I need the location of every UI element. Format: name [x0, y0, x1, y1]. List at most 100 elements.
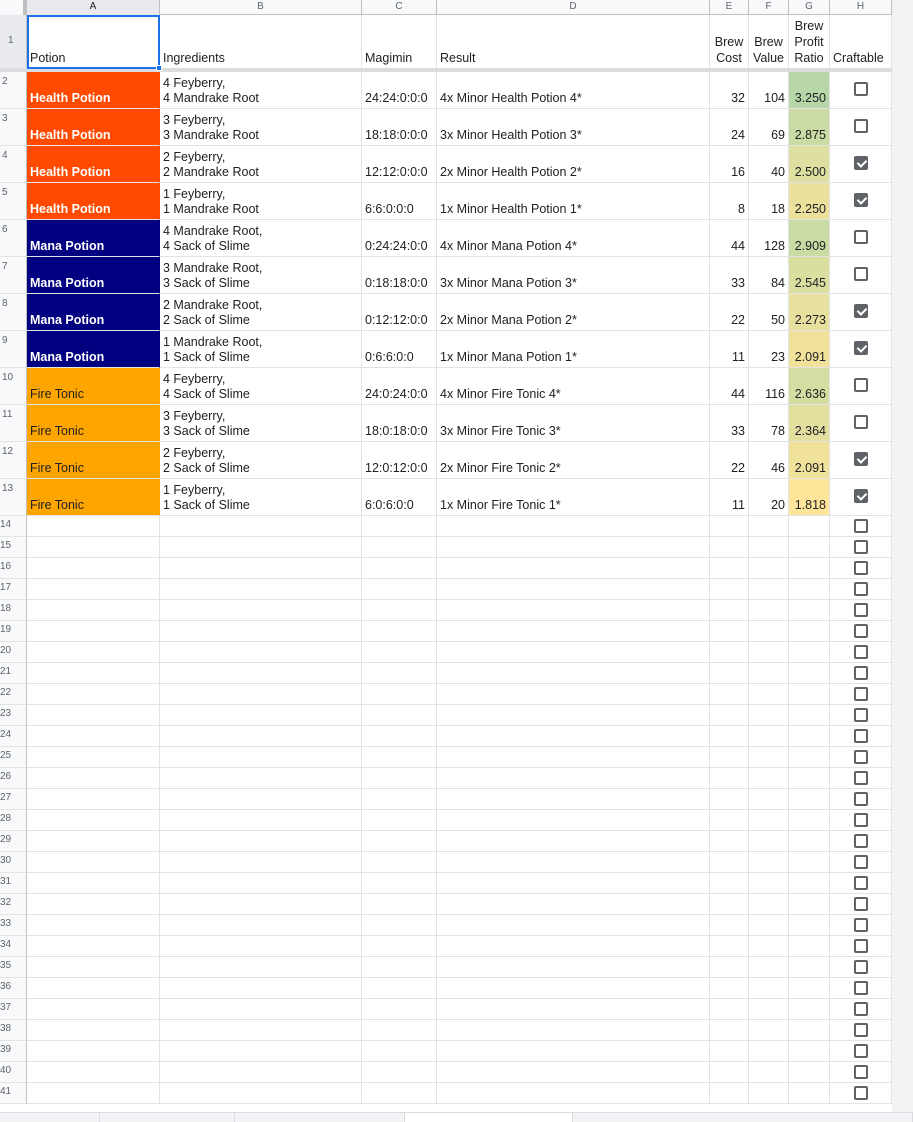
empty-cell[interactable] [749, 936, 789, 957]
empty-cell[interactable] [749, 579, 789, 600]
empty-cell[interactable] [749, 558, 789, 579]
cell-value[interactable]: 104 [749, 72, 789, 109]
empty-cell[interactable] [710, 978, 749, 999]
cell-result[interactable]: 4x Minor Mana Potion 4* [437, 220, 710, 257]
select-all-corner[interactable] [0, 0, 27, 15]
empty-cell[interactable] [27, 537, 160, 558]
empty-cell[interactable] [160, 558, 362, 579]
empty-cell[interactable] [362, 684, 437, 705]
row-header-36[interactable]: 36 [0, 978, 27, 999]
empty-cell[interactable] [749, 1083, 789, 1104]
cell-ratio[interactable]: 2.500 [789, 146, 830, 183]
empty-cell[interactable] [437, 768, 710, 789]
empty-cell[interactable] [27, 642, 160, 663]
craftable-checkbox[interactable] [853, 603, 868, 617]
empty-cell[interactable] [160, 663, 362, 684]
empty-cell[interactable] [362, 999, 437, 1020]
empty-cell[interactable] [789, 1020, 830, 1041]
column-header-h[interactable]: H [830, 0, 892, 15]
empty-cell[interactable] [437, 789, 710, 810]
craftable-checkbox[interactable] [853, 666, 868, 680]
empty-cell[interactable] [362, 978, 437, 999]
empty-cell[interactable] [27, 957, 160, 978]
empty-cell[interactable] [160, 873, 362, 894]
empty-cell[interactable] [27, 831, 160, 852]
empty-cell[interactable] [437, 978, 710, 999]
cell-ingredients[interactable]: 1 Feyberry, 1 Sack of Slime [160, 479, 362, 516]
row-header-15[interactable]: 15 [0, 537, 27, 558]
cell-potion[interactable]: Mana Potion [27, 220, 160, 257]
empty-cell[interactable] [27, 1020, 160, 1041]
empty-cell[interactable] [710, 831, 749, 852]
empty-cell[interactable] [789, 579, 830, 600]
empty-cell[interactable] [160, 957, 362, 978]
empty-cell[interactable] [789, 789, 830, 810]
cell-ingredients[interactable]: 2 Feyberry, 2 Sack of Slime [160, 442, 362, 479]
row-header-33[interactable]: 33 [0, 915, 27, 936]
row-header-3[interactable]: 3 [0, 109, 27, 146]
row-header-25[interactable]: 25 [0, 747, 27, 768]
empty-cell[interactable] [437, 1020, 710, 1041]
empty-cell[interactable] [789, 621, 830, 642]
row-header-7[interactable]: 7 [0, 257, 27, 294]
craftable-checkbox[interactable] [853, 1023, 868, 1037]
empty-cell[interactable] [362, 642, 437, 663]
empty-cell[interactable] [749, 726, 789, 747]
empty-cell[interactable] [437, 957, 710, 978]
cell-result[interactable]: 2x Minor Health Potion 2* [437, 146, 710, 183]
empty-cell[interactable] [362, 936, 437, 957]
empty-cell[interactable] [160, 1020, 362, 1041]
cell-ingredients[interactable]: 2 Feyberry, 2 Mandrake Root [160, 146, 362, 183]
column-header-e[interactable]: E [710, 0, 749, 15]
empty-cell[interactable] [160, 831, 362, 852]
cell-magimin[interactable]: 0:6:6:0:0 [362, 331, 437, 368]
craftable-checkbox[interactable] [853, 729, 868, 743]
empty-cell[interactable] [437, 936, 710, 957]
craftable-checkbox[interactable] [853, 792, 868, 806]
row-header-11[interactable]: 11 [0, 405, 27, 442]
cell-ratio[interactable]: 2.909 [789, 220, 830, 257]
cell-value[interactable]: 20 [749, 479, 789, 516]
empty-cell[interactable] [789, 957, 830, 978]
column-header-g[interactable]: G [789, 0, 830, 15]
craftable-checkbox[interactable] [853, 341, 868, 355]
empty-cell[interactable] [749, 621, 789, 642]
cell-result[interactable]: 2x Minor Fire Tonic 2* [437, 442, 710, 479]
craftable-checkbox[interactable] [853, 960, 868, 974]
empty-cell[interactable] [437, 579, 710, 600]
cell-magimin[interactable]: 12:0:12:0:0 [362, 442, 437, 479]
empty-cell[interactable] [749, 768, 789, 789]
row-header-2[interactable]: 2 [0, 72, 27, 109]
empty-cell[interactable] [437, 747, 710, 768]
empty-cell[interactable] [160, 600, 362, 621]
empty-cell[interactable] [749, 663, 789, 684]
empty-cell[interactable] [27, 1083, 160, 1104]
empty-cell[interactable] [362, 852, 437, 873]
row-header-14[interactable]: 14 [0, 516, 27, 537]
empty-cell[interactable] [27, 789, 160, 810]
column-header-a[interactable]: A [27, 0, 160, 15]
craftable-checkbox[interactable] [853, 834, 868, 848]
empty-cell[interactable] [160, 1083, 362, 1104]
craftable-checkbox[interactable] [853, 813, 868, 827]
cell-potion[interactable]: Fire Tonic [27, 405, 160, 442]
cell-ingredients[interactable]: 3 Mandrake Root, 3 Sack of Slime [160, 257, 362, 294]
fill-handle[interactable] [156, 65, 162, 71]
empty-cell[interactable] [710, 642, 749, 663]
cell-ingredients[interactable]: 4 Feyberry, 4 Mandrake Root [160, 72, 362, 109]
cell-ingredients[interactable]: 1 Mandrake Root, 1 Sack of Slime [160, 331, 362, 368]
empty-cell[interactable] [437, 684, 710, 705]
empty-cell[interactable] [749, 747, 789, 768]
empty-cell[interactable] [437, 1083, 710, 1104]
empty-cell[interactable] [437, 873, 710, 894]
empty-cell[interactable] [789, 768, 830, 789]
empty-cell[interactable] [710, 999, 749, 1020]
empty-cell[interactable] [789, 894, 830, 915]
empty-cell[interactable] [27, 810, 160, 831]
empty-cell[interactable] [437, 705, 710, 726]
cell-magimin[interactable]: 0:18:18:0:0 [362, 257, 437, 294]
cell-cost[interactable]: 44 [710, 220, 749, 257]
cell-ratio[interactable]: 2.636 [789, 368, 830, 405]
empty-cell[interactable] [437, 894, 710, 915]
row-header-10[interactable]: 10 [0, 368, 27, 405]
